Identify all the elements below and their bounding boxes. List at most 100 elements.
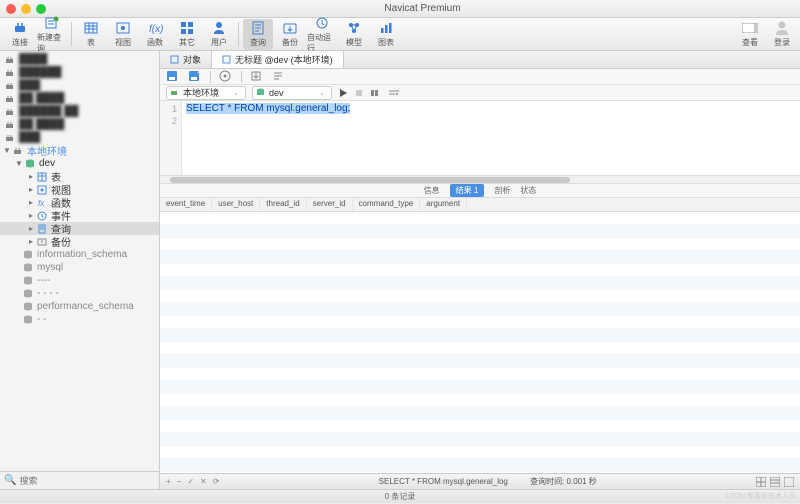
text-view-icon[interactable]	[784, 477, 794, 487]
other-button[interactable]: 其它	[172, 19, 202, 50]
zoom-window-button[interactable]	[36, 4, 46, 14]
table-row	[160, 420, 800, 433]
chart-button[interactable]: 图表	[371, 19, 401, 50]
format-icon[interactable]	[272, 70, 286, 84]
table-row	[160, 459, 800, 472]
tab-query-untitled[interactable]: 无标题 @dev (本地环境)	[212, 51, 344, 68]
connection-icon	[4, 132, 16, 143]
table-row	[160, 251, 800, 264]
column-thread_id[interactable]: thread_id	[260, 198, 306, 211]
table-row	[160, 316, 800, 329]
column-user_host[interactable]: user_host	[212, 198, 260, 211]
export-icon[interactable]	[250, 70, 264, 84]
tree-connection-0[interactable]: ████	[0, 53, 159, 66]
horizontal-scrollbar[interactable]	[160, 176, 800, 184]
connection-icon	[4, 67, 16, 78]
refresh-icon[interactable]: ⟳	[213, 477, 220, 486]
table-row	[160, 290, 800, 303]
tree-dev[interactable]: ▼dev	[0, 157, 159, 170]
connect-button[interactable]: 连接	[5, 19, 35, 50]
result-grid[interactable]	[160, 212, 800, 473]
tree-views[interactable]: ▸视图	[0, 183, 159, 196]
tree-backups[interactable]: ▸备份	[0, 235, 159, 248]
db-selector[interactable]: dev ⌄	[252, 86, 332, 100]
tree-env[interactable]: ▼本地环境	[0, 144, 159, 157]
add-row-icon[interactable]: +	[166, 477, 171, 486]
env-selector[interactable]: 本地环境 ⌄	[166, 86, 246, 100]
tree-schema-3[interactable]: - - - -	[0, 287, 159, 300]
table-button[interactable]: 表	[76, 19, 106, 50]
minimize-window-button[interactable]	[21, 4, 31, 14]
save-icon[interactable]	[166, 70, 180, 84]
table-row	[160, 355, 800, 368]
login-button[interactable]: 登录	[769, 19, 795, 50]
database-icon	[22, 249, 34, 260]
beautify-icon[interactable]	[219, 70, 233, 84]
table-row	[160, 407, 800, 420]
table-row	[160, 342, 800, 355]
save-as-icon[interactable]: +	[188, 70, 202, 84]
database-icon	[22, 288, 34, 299]
tree-functions[interactable]: ▸fx函数	[0, 196, 159, 209]
tree-connection-5[interactable]: ██ ████	[0, 118, 159, 131]
explain-icon[interactable]	[370, 88, 382, 98]
tree-schema-4[interactable]: performance_schema	[0, 300, 159, 313]
restab-status[interactable]: 状态	[520, 185, 536, 196]
tree-connection-1[interactable]: ██████	[0, 66, 159, 79]
tree-schema-5[interactable]: - -	[0, 313, 159, 326]
query-button[interactable]: 查询	[243, 19, 273, 50]
footer-time: 查询时间: 0.001 秒	[530, 477, 597, 486]
tree-tables[interactable]: ▸表	[0, 170, 159, 183]
table-row	[160, 329, 800, 342]
function-button[interactable]: f(x)函数	[140, 19, 170, 50]
stop-icon[interactable]	[354, 88, 364, 98]
form-view-icon[interactable]	[770, 477, 780, 487]
database-icon	[22, 275, 34, 286]
sidebar-search-input[interactable]	[19, 476, 155, 486]
table-row	[160, 368, 800, 381]
column-argument[interactable]: argument	[420, 198, 467, 211]
tree-connection-3[interactable]: ██ ████	[0, 92, 159, 105]
settings-icon[interactable]	[388, 88, 400, 98]
connection-icon	[4, 80, 16, 91]
new-query-button[interactable]: 新建查询	[37, 19, 67, 50]
svg-text:fx: fx	[38, 199, 45, 208]
close-window-button[interactable]	[6, 4, 16, 14]
delete-row-icon[interactable]: −	[177, 477, 182, 486]
column-event_time[interactable]: event_time	[160, 198, 212, 211]
table-row	[160, 238, 800, 251]
tree-queries[interactable]: ▸查询	[0, 222, 159, 235]
tree-schema-1[interactable]: mysql	[0, 261, 159, 274]
chevron-down-icon: ⌄	[233, 89, 239, 97]
tree-schema-2[interactable]: ----	[0, 274, 159, 287]
view-toggle[interactable]: 查看	[735, 19, 765, 50]
column-command_type[interactable]: command_type	[353, 198, 421, 211]
tree-connection-4[interactable]: ██████ ██	[0, 105, 159, 118]
table-row	[160, 303, 800, 316]
restab-info[interactable]: 信息	[424, 185, 440, 196]
sql-editor[interactable]: SELECT * FROM mysql.general_log;	[182, 101, 800, 175]
cancel-icon[interactable]: ✕	[200, 477, 207, 486]
tree-schema-0[interactable]: information_schema	[0, 248, 159, 261]
model-button[interactable]: 模型	[339, 19, 369, 50]
run-icon[interactable]	[338, 88, 348, 98]
tree-connection-6[interactable]: ███	[0, 131, 159, 144]
table-row	[160, 381, 800, 394]
connection-icon	[4, 54, 16, 65]
apply-icon[interactable]: ✓	[187, 477, 194, 486]
tab-objects[interactable]: 对象	[160, 51, 212, 68]
user-button[interactable]: 用户	[204, 19, 234, 50]
svg-text:f(x): f(x)	[149, 24, 163, 35]
grid-view-icon[interactable]	[756, 477, 766, 487]
automation-button[interactable]: 自动运行	[307, 19, 337, 50]
column-server_id[interactable]: server_id	[307, 198, 353, 211]
restab-results[interactable]: 结果 1	[450, 184, 485, 197]
backup-button[interactable]: 备份	[275, 19, 305, 50]
restab-profile[interactable]: 剖析	[494, 185, 510, 196]
tree-connection-2[interactable]: ███	[0, 79, 159, 92]
view-button[interactable]: 视图	[108, 19, 138, 50]
table-row	[160, 394, 800, 407]
watermark: CSDN 像素级技术人员	[725, 490, 796, 504]
connection-icon	[12, 145, 24, 156]
tree-events[interactable]: ▸事件	[0, 209, 159, 222]
